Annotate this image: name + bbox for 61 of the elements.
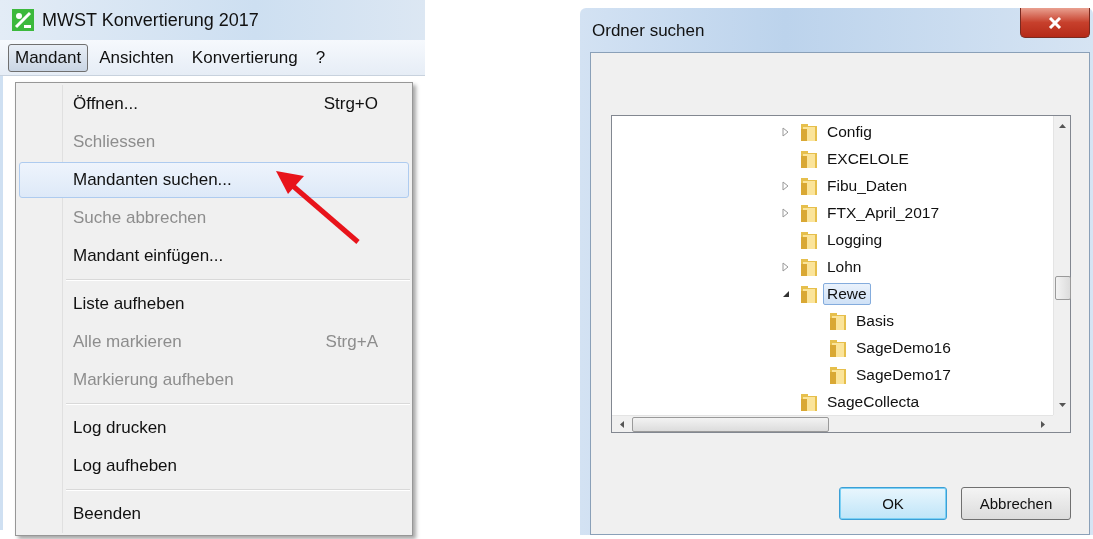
tree-item[interactable]: SageDemo17 [852,363,955,386]
app-icon [12,9,34,31]
menu-item-label: Suche abbrechen [73,208,207,228]
folder-icon [798,175,820,198]
tree-item[interactable]: Config [823,121,876,144]
menu-item-label: Log drucken [73,418,167,438]
collapsed-arrow-icon[interactable] [782,208,789,219]
expanded-arrow-icon[interactable] [782,289,790,298]
folder-icon [798,256,820,278]
menu-item-label: Log aufheben [73,456,177,476]
tree-item[interactable]: SageDemo16 [852,336,955,359]
menu-item[interactable]: Liste aufheben [19,286,409,322]
close-button[interactable] [1020,8,1090,38]
shortcut-label: Strg+A [325,332,378,352]
menu-item[interactable]: Mandant einfügen... [19,238,409,274]
tree-item[interactable]: Logging [823,229,887,252]
tree-item[interactable]: EXCELOLE [823,148,913,171]
menu-item-label: Mandant einfügen... [73,246,224,266]
tree-item[interactable]: FTX_April_2017 [823,202,943,225]
menu-item-label: Beenden [73,504,142,524]
tree-item[interactable]: Fibu_Daten [823,175,912,198]
menu-item[interactable]: Öffnen... Strg+O [19,86,409,122]
tree-item[interactable]: Lohn [823,256,866,278]
window-title: MWST Konvertierung 2017 [42,9,259,31]
menu-bar-item[interactable]: Ansichten [92,43,181,72]
folder-icon [798,148,820,171]
menu-item[interactable]: Log aufheben [19,448,409,484]
menu-item-label: Markierung aufheben [73,370,234,390]
dialog-button[interactable]: OK [839,487,947,520]
collapsed-arrow-icon[interactable] [782,127,789,138]
scroll-left-icon[interactable] [620,421,624,428]
menu-item-label: Mandanten suchen... [73,170,232,190]
scroll-down-icon[interactable] [1059,403,1066,407]
folder-icon [798,229,820,252]
menu-item-label: Öffnen... [73,94,138,114]
tree-item[interactable]: Rewe [823,282,871,305]
menu-item[interactable]: Mandanten suchen... [19,162,409,198]
menu-item-label: Liste aufheben [73,294,185,314]
horizontal-scrollbar[interactable] [612,415,1053,432]
close-icon [1048,16,1062,29]
scroll-right-icon[interactable] [1041,421,1045,428]
menu-bar-item[interactable]: ? [308,43,333,72]
dialog-button[interactable]: Abbrechen [961,487,1071,520]
tree-item[interactable]: SageCollecta [823,390,924,413]
collapsed-arrow-icon[interactable] [782,181,789,192]
menu-item[interactable]: Beenden [19,496,409,532]
vertical-scrollbar[interactable] [1053,116,1070,415]
folder-icon [798,202,820,225]
dialog-title: Ordner suchen [592,21,705,41]
scroll-up-icon[interactable] [1059,124,1066,128]
menu-item-label: Schliessen [73,132,156,152]
folder-icon [798,121,820,144]
menu-bar-item[interactable]: Konvertierung [184,43,305,72]
scroll-thumb[interactable] [632,417,829,432]
tree-item[interactable]: Basis [852,309,898,332]
menu-item[interactable]: Log drucken [19,410,409,446]
menu-bar-item[interactable]: Mandant [8,43,89,72]
scroll-thumb[interactable] [1055,276,1071,300]
shortcut-label: Strg+O [323,94,378,114]
menu-item-label: Alle markieren [73,332,182,352]
collapsed-arrow-icon[interactable] [782,262,789,272]
